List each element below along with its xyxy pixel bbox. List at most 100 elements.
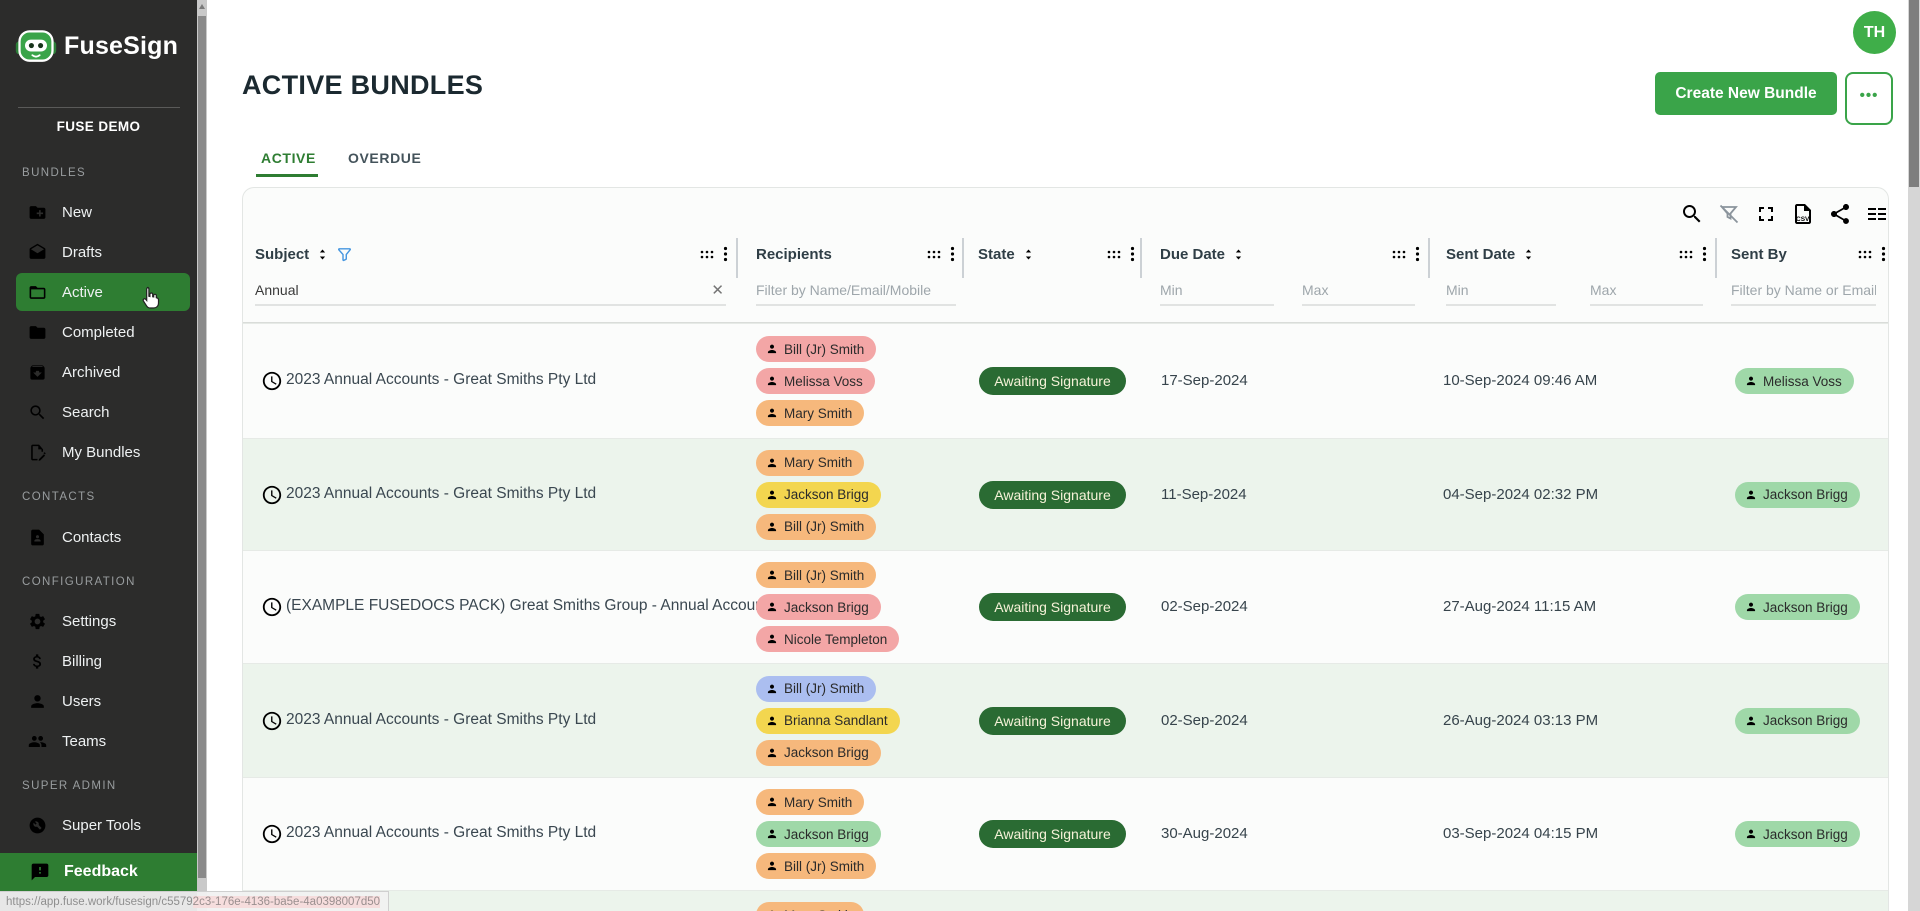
column-menu-icon[interactable] bbox=[723, 246, 728, 262]
column-header-due-date[interactable]: Due Date bbox=[1160, 243, 1246, 265]
column-separator bbox=[736, 238, 738, 278]
page-scrollbar[interactable] bbox=[1908, 0, 1920, 911]
person-icon bbox=[765, 682, 779, 696]
person-icon bbox=[765, 746, 779, 760]
bundle-row[interactable]: 2023 Annual Accounts - Great Smiths Pty … bbox=[243, 323, 1889, 438]
sort-icon[interactable] bbox=[1231, 247, 1246, 262]
sidebar-item-billing[interactable]: Billing bbox=[0, 642, 197, 680]
sent-date-min-filter bbox=[1446, 276, 1556, 306]
sidebar-item-search[interactable]: Search bbox=[0, 393, 197, 431]
sent-by-chip: Jackson Brigg bbox=[1735, 708, 1860, 734]
folder-icon bbox=[28, 323, 47, 342]
sidebar-item-active[interactable]: Active bbox=[16, 273, 190, 311]
page-title: ACTIVE BUNDLES bbox=[242, 70, 483, 101]
sidebar-item-drafts[interactable]: Drafts bbox=[0, 233, 197, 271]
sent-by-chip: Melissa Voss bbox=[1735, 368, 1854, 394]
sent-date: 03-Sep-2024 04:15 PM bbox=[1443, 825, 1598, 842]
drag-handle-icon[interactable] bbox=[1107, 249, 1121, 259]
sent-date-min-input[interactable] bbox=[1446, 276, 1556, 304]
create-new-bundle-button[interactable]: Create New Bundle bbox=[1655, 72, 1837, 115]
sidebar-item-settings[interactable]: Settings bbox=[0, 602, 197, 640]
clear-filter-icon[interactable]: ✕ bbox=[711, 281, 724, 299]
bundle-subject[interactable]: 2023 Annual Accounts - Great Smiths Pty … bbox=[286, 711, 596, 729]
column-header-sent-by[interactable]: Sent By bbox=[1731, 243, 1787, 265]
filter-active-icon[interactable] bbox=[336, 246, 353, 263]
column-separator bbox=[1715, 238, 1717, 278]
recipient-chip: Jackson Brigg bbox=[756, 482, 881, 508]
drag-handle-icon[interactable] bbox=[927, 249, 941, 259]
bundle-row[interactable]: (EXAMPLE FUSEDOCS PACK) Great Smiths Gro… bbox=[243, 550, 1889, 663]
sent-by-filter bbox=[1731, 276, 1876, 306]
more-actions-button[interactable]: ••• bbox=[1845, 72, 1893, 125]
due-date-min-input[interactable] bbox=[1160, 276, 1274, 304]
sidebar-item-contacts[interactable]: Contacts bbox=[0, 518, 197, 556]
search-icon[interactable] bbox=[1680, 202, 1704, 226]
due-date-max-input[interactable] bbox=[1302, 276, 1415, 304]
bundle-subject[interactable]: (EXAMPLE FUSEDOCS PACK) Great Smiths Gro… bbox=[286, 597, 776, 615]
column-menu-icon[interactable] bbox=[1130, 246, 1135, 262]
recipients-filter-input[interactable] bbox=[756, 276, 956, 304]
export-csv-icon[interactable] bbox=[1791, 202, 1815, 226]
fullscreen-icon[interactable] bbox=[1754, 202, 1778, 226]
sidebar-item-users[interactable]: Users bbox=[0, 682, 197, 720]
sidebar-scrollbar[interactable] bbox=[197, 0, 207, 911]
due-date: 30-Aug-2024 bbox=[1161, 825, 1248, 842]
subject-filter-input[interactable] bbox=[255, 276, 726, 304]
scrollbar-up-arrow-icon[interactable] bbox=[199, 4, 205, 9]
person-icon bbox=[765, 827, 779, 841]
recipient-chip: Mary Smith bbox=[756, 902, 864, 911]
table-toolbar bbox=[1680, 202, 1889, 226]
filter-off-icon[interactable] bbox=[1717, 202, 1741, 226]
sidebar-item-super-tools[interactable]: Super Tools bbox=[0, 806, 197, 844]
due-date-min-filter bbox=[1160, 276, 1274, 306]
sort-icon[interactable] bbox=[1521, 247, 1536, 262]
tab-active[interactable]: ACTIVE bbox=[261, 150, 316, 166]
column-controls-recipients bbox=[927, 246, 955, 262]
person-icon bbox=[765, 859, 779, 873]
bundle-row[interactable]: 2023 Annual Accounts - Great Smiths Pty … bbox=[243, 438, 1889, 550]
wrench-circle-icon bbox=[28, 816, 47, 835]
drafts-icon bbox=[28, 243, 47, 262]
column-menu-icon[interactable] bbox=[1415, 246, 1420, 262]
page-scrollbar-thumb[interactable] bbox=[1909, 0, 1919, 187]
column-header-sent-date[interactable]: Sent Date bbox=[1446, 243, 1536, 265]
drag-handle-icon[interactable] bbox=[1858, 249, 1872, 259]
tab-overdue[interactable]: OVERDUE bbox=[348, 150, 421, 166]
sidebar-item-my-bundles[interactable]: My Bundles bbox=[0, 433, 197, 471]
sent-date-max-input[interactable] bbox=[1590, 276, 1703, 304]
sidebar-item-teams[interactable]: Teams bbox=[0, 722, 197, 760]
column-menu-icon[interactable] bbox=[1881, 246, 1886, 262]
person-icon bbox=[1744, 374, 1758, 388]
bundle-row[interactable]: Mary Smith bbox=[243, 890, 1889, 911]
bundle-subject[interactable]: 2023 Annual Accounts - Great Smiths Pty … bbox=[286, 824, 596, 842]
user-avatar[interactable]: TH bbox=[1853, 11, 1896, 54]
recipient-chip: Brianna Sandlant bbox=[756, 708, 900, 734]
sort-icon[interactable] bbox=[315, 247, 330, 262]
column-header-subject[interactable]: Subject bbox=[255, 243, 353, 265]
drag-handle-icon[interactable] bbox=[700, 249, 714, 259]
sent-by-chip: Jackson Brigg bbox=[1735, 482, 1860, 508]
drag-handle-icon[interactable] bbox=[1392, 249, 1406, 259]
sidebar-item-new[interactable]: New bbox=[0, 193, 197, 231]
section-label-contacts: CONTACTS bbox=[22, 491, 96, 503]
bundle-subject[interactable]: 2023 Annual Accounts - Great Smiths Pty … bbox=[286, 485, 596, 503]
column-menu-icon[interactable] bbox=[1702, 246, 1707, 262]
bundle-row[interactable]: 2023 Annual Accounts - Great Smiths Pty … bbox=[243, 777, 1889, 890]
sidebar-item-archived[interactable]: Archived bbox=[0, 353, 197, 391]
sidebar-scrollbar-thumb[interactable] bbox=[198, 16, 206, 878]
bundle-subject[interactable]: 2023 Annual Accounts - Great Smiths Pty … bbox=[286, 371, 596, 389]
sidebar-item-completed[interactable]: Completed bbox=[0, 313, 197, 351]
sent-by-filter-input[interactable] bbox=[1731, 276, 1876, 304]
sort-icon[interactable] bbox=[1021, 247, 1036, 262]
person-icon bbox=[765, 600, 779, 614]
column-separator bbox=[1428, 238, 1430, 278]
share-icon[interactable] bbox=[1828, 202, 1852, 226]
drag-handle-icon[interactable] bbox=[1679, 249, 1693, 259]
row-height-icon[interactable] bbox=[1865, 202, 1889, 226]
column-header-recipients[interactable]: Recipients bbox=[756, 243, 832, 265]
brand-logo[interactable]: FuseSign bbox=[14, 24, 178, 68]
column-header-state[interactable]: State bbox=[978, 243, 1036, 265]
column-menu-icon[interactable] bbox=[950, 246, 955, 262]
feedback-button[interactable]: Feedback bbox=[0, 853, 197, 891]
bundle-row[interactable]: 2023 Annual Accounts - Great Smiths Pty … bbox=[243, 663, 1889, 777]
